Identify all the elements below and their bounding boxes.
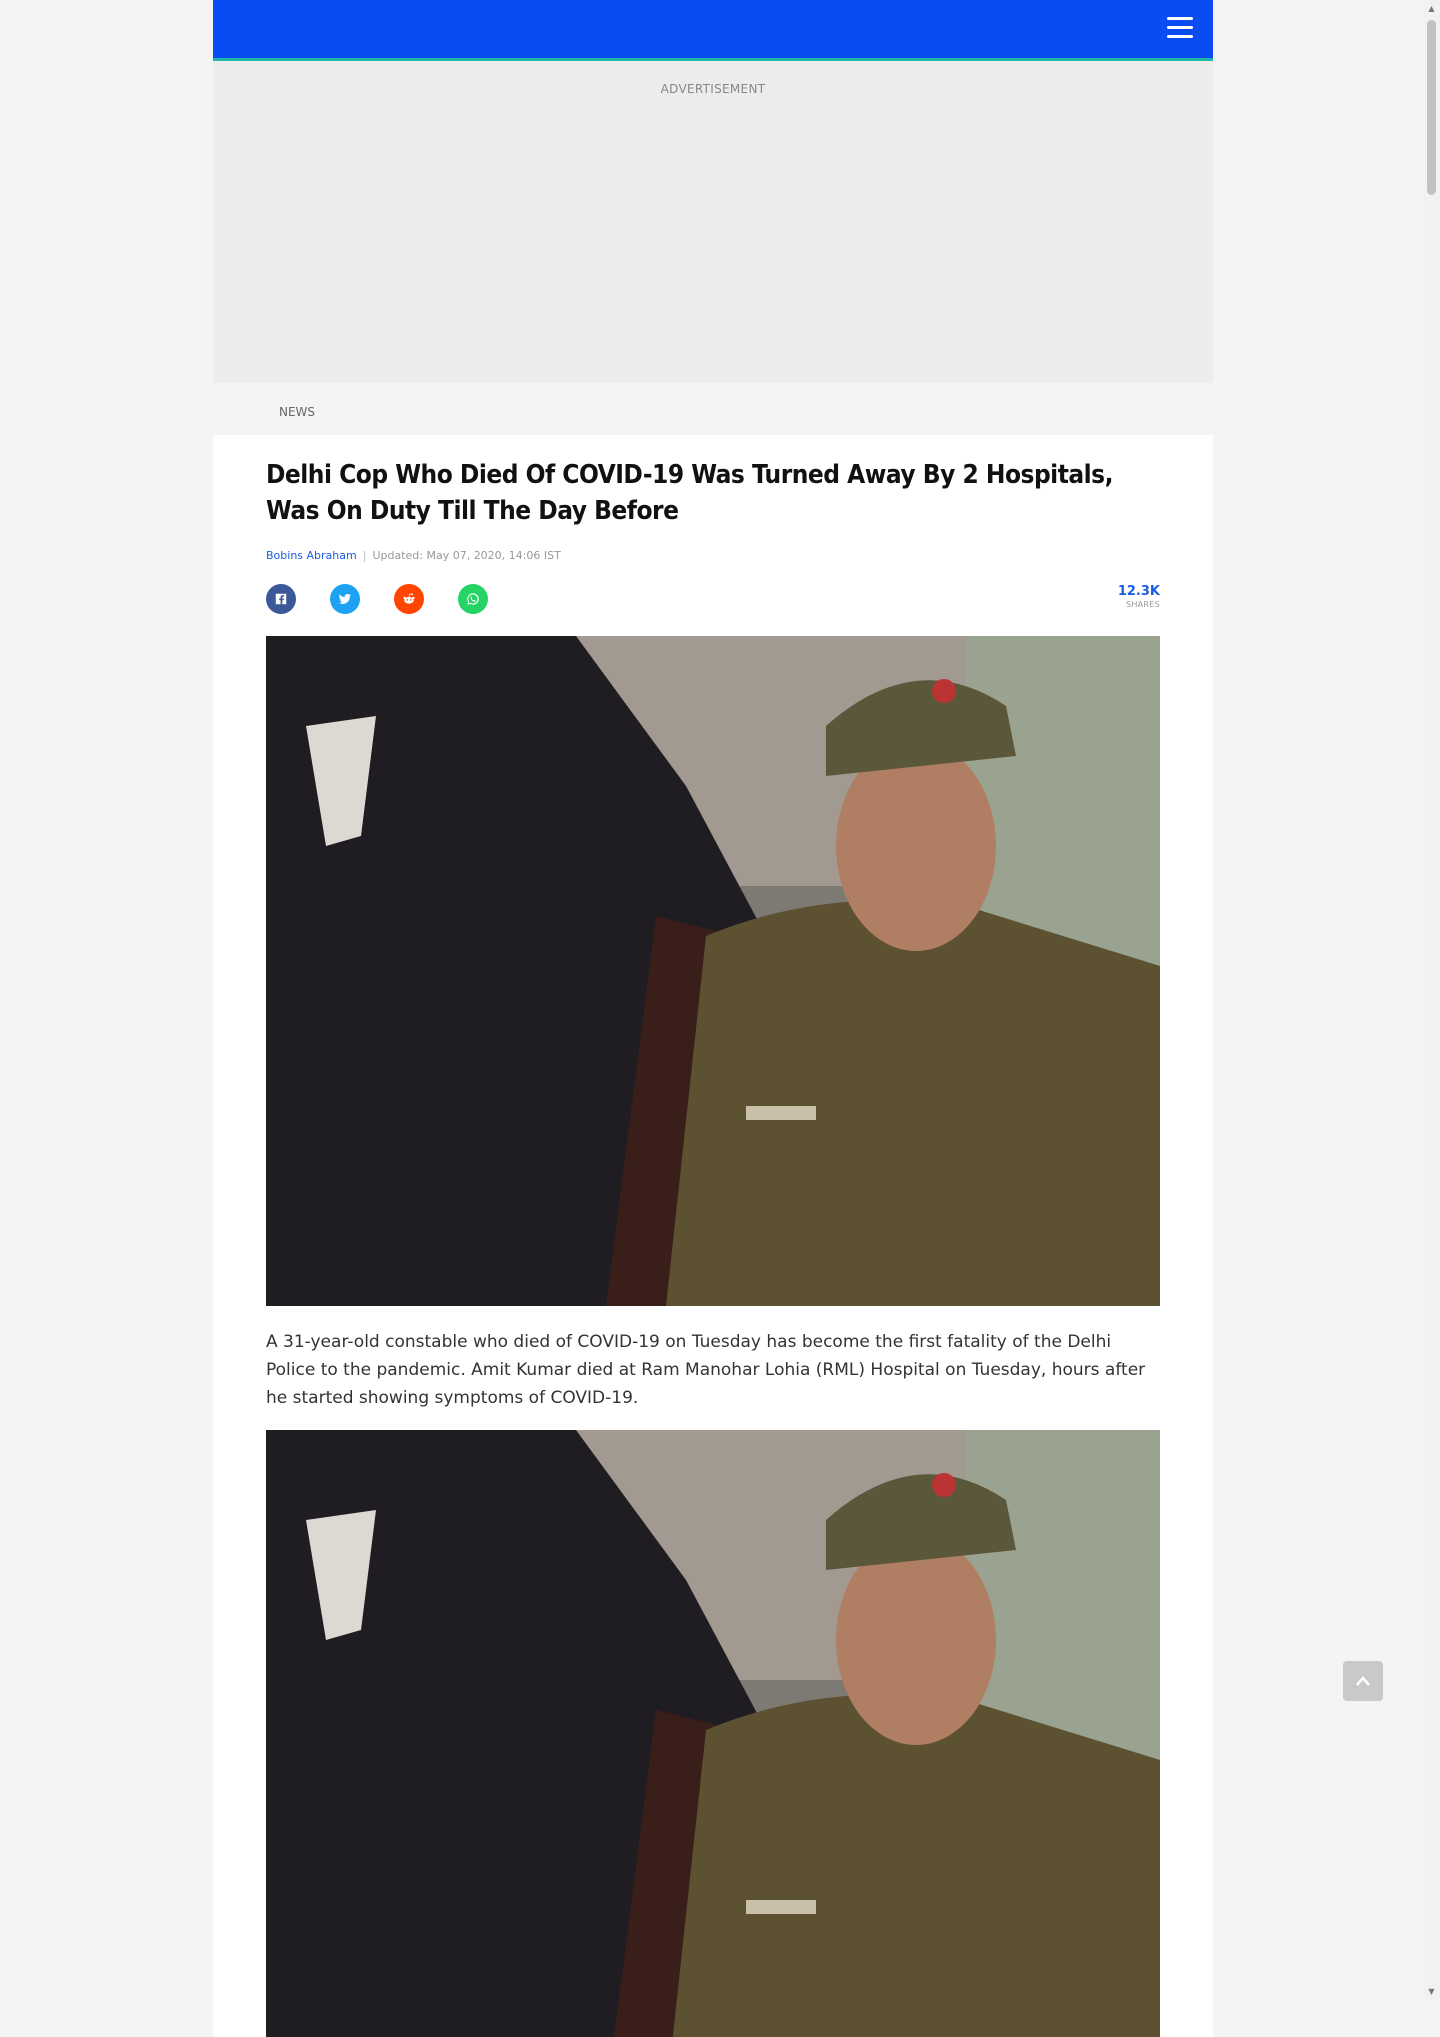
article-card: Delhi Cop Who Died Of COVID-19 Was Turne… <box>213 435 1213 2037</box>
section-link-news[interactable]: NEWS <box>279 405 315 419</box>
chevron-up-icon <box>1356 1676 1370 1686</box>
article-byline: Bobins Abraham | Updated: May 07, 2020, 14… <box>266 549 1160 562</box>
share-count-number: 12.3K <box>1117 584 1160 599</box>
advertisement-label: ADVERTISEMENT <box>660 82 766 96</box>
scroll-up-arrow[interactable]: ▲ <box>1423 0 1440 17</box>
share-bar: 12.3K SHARES <box>266 584 1160 616</box>
author-link[interactable]: Bobins Abraham <box>266 549 357 562</box>
police-officer-with-horse-photo <box>266 636 1160 1306</box>
facebook-icon <box>275 593 287 605</box>
hamburger-menu-icon[interactable] <box>1167 17 1193 39</box>
site-header <box>213 0 1213 61</box>
updated-date: Updated: May 07, 2020, 14:06 IST <box>372 549 561 562</box>
whatsapp-share-button[interactable] <box>458 584 488 614</box>
page-scrollbar[interactable]: ▲ ▼ <box>1423 0 1440 2000</box>
scrollbar-thumb[interactable] <box>1427 20 1436 195</box>
whatsapp-icon <box>467 593 479 605</box>
article-inline-image <box>266 1430 1160 2037</box>
article-paragraph: A 31-year-old constable who died of COVI… <box>266 1332 1146 1408</box>
page-container: ADVERTISEMENT NEWS Delhi Cop Who Died Of… <box>213 0 1213 2037</box>
article-title: Delhi Cop Who Died Of COVID-19 Was Turne… <box>266 460 1113 526</box>
share-count-label: SHARES <box>1125 600 1160 609</box>
police-officer-with-horse-photo-2 <box>266 1430 1160 2037</box>
twitter-share-button[interactable] <box>330 584 360 614</box>
byline-separator: | <box>362 549 367 562</box>
twitter-icon <box>338 593 352 604</box>
breadcrumb: NEWS <box>213 383 1213 435</box>
reddit-icon <box>403 593 415 604</box>
reddit-share-button[interactable] <box>394 584 424 614</box>
facebook-share-button[interactable] <box>266 584 296 614</box>
share-count: 12.3K SHARES <box>1118 584 1160 609</box>
scroll-down-arrow[interactable]: ▼ <box>1423 1983 1440 2000</box>
article-hero-image <box>266 636 1160 1306</box>
back-to-top-button[interactable] <box>1343 1661 1383 1701</box>
advertisement-slot[interactable]: ADVERTISEMENT <box>213 61 1213 383</box>
